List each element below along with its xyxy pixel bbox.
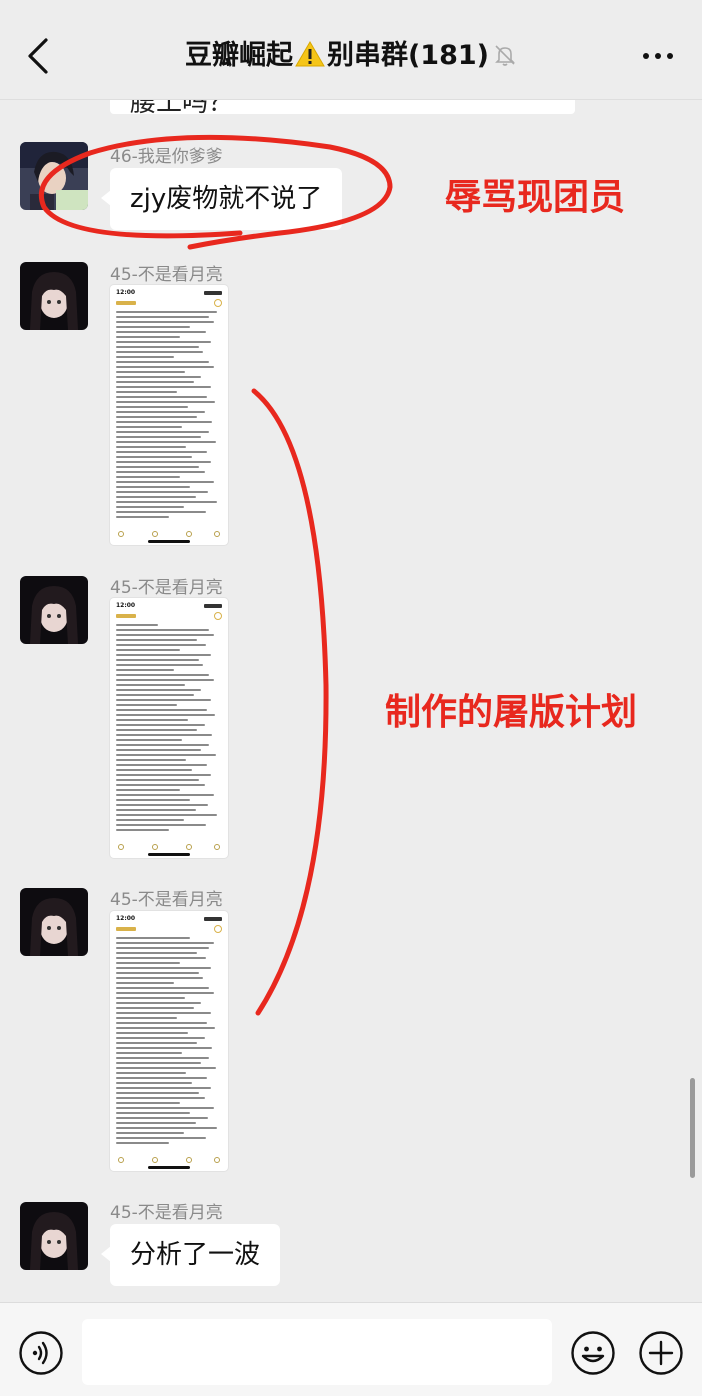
member-count: (181) [407, 40, 490, 71]
scrollbar[interactable] [690, 1078, 695, 1178]
avatar[interactable] [20, 888, 88, 956]
message-input[interactable] [82, 1319, 552, 1385]
notes-toolbar [116, 842, 222, 852]
emoji-icon[interactable] [570, 1330, 616, 1376]
status-time: 12:00 [116, 602, 136, 609]
more-options-icon[interactable] [638, 44, 678, 68]
annotation-label: 辱骂现团员 [445, 176, 626, 218]
status-bar: 12:00 [116, 602, 222, 610]
input-bar [0, 1302, 702, 1396]
home-indicator [148, 1166, 190, 1169]
annotation-label: 制作的屠版计划 [385, 691, 638, 733]
mute-bell-icon [495, 45, 515, 66]
notes-text-lines [116, 624, 222, 838]
chat-header: 豆瓣崛起 别串群(181) [0, 0, 702, 100]
sender-name: 45-不是看月亮 [110, 890, 223, 910]
status-time: 12:00 [116, 915, 136, 922]
chat-title-suffix: 别串群 [326, 40, 408, 71]
avatar-image [20, 888, 88, 956]
voice-icon[interactable] [18, 1330, 64, 1376]
chat-title-prefix: 豆瓣崛起 [184, 40, 293, 71]
notes-header [116, 925, 222, 933]
avatar-image [20, 262, 88, 330]
home-indicator [148, 540, 190, 543]
sender-name: 45-不是看月亮 [110, 578, 223, 598]
plus-icon[interactable] [638, 1330, 684, 1376]
status-bar: 12:00 [116, 289, 222, 297]
message-text: 分析了一波 [130, 1240, 261, 1270]
avatar[interactable] [20, 262, 88, 330]
notes-text-lines [116, 937, 222, 1151]
status-time: 12:00 [116, 289, 136, 296]
notes-text-lines [116, 311, 222, 525]
sender-name: 45-不是看月亮 [110, 1203, 223, 1223]
notes-header [116, 299, 222, 307]
avatar-image [20, 1202, 88, 1270]
avatar-image [20, 576, 88, 644]
red-circle-annotation [38, 134, 393, 250]
back-arrow-icon[interactable] [22, 34, 58, 78]
notes-toolbar [116, 1155, 222, 1165]
message-image[interactable]: 12:00 [110, 911, 228, 1171]
warning-icon [295, 41, 325, 67]
notes-toolbar [116, 529, 222, 539]
message-image[interactable]: 12:00 [110, 285, 228, 545]
chat-title: 豆瓣崛起 别串群(181) [110, 34, 592, 78]
status-bar: 12:00 [116, 915, 222, 923]
home-indicator [148, 853, 190, 856]
notes-header [116, 612, 222, 620]
red-arc-annotation [251, 388, 329, 1016]
message-bubble[interactable]: 分析了一波 [100, 1224, 281, 1286]
avatar[interactable] [20, 1202, 88, 1270]
sender-name: 45-不是看月亮 [110, 265, 223, 285]
message-image[interactable]: 12:00 [110, 598, 228, 858]
avatar[interactable] [20, 576, 88, 644]
